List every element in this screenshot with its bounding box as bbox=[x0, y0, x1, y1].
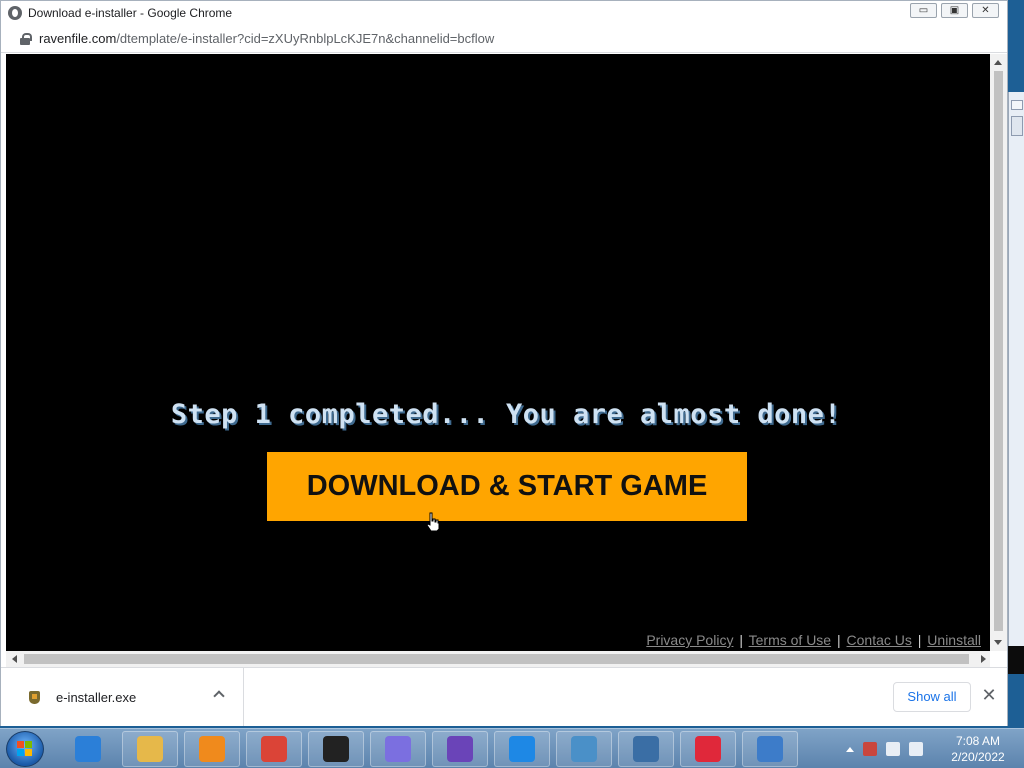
start-button[interactable] bbox=[6, 731, 44, 767]
taskbar: 7:08 AM 2/20/2022 bbox=[0, 728, 1024, 768]
page-viewport: Step 1 completed... You are almost done!… bbox=[6, 54, 990, 651]
taskbar-app-button[interactable] bbox=[742, 731, 798, 767]
taskbar-app-button[interactable] bbox=[494, 731, 550, 767]
network-icon[interactable] bbox=[886, 742, 900, 756]
download-item[interactable]: e-installer.exe bbox=[1, 668, 244, 726]
terms-of-use-link[interactable]: Terms of Use bbox=[749, 632, 831, 648]
page-headline: Step 1 completed... You are almost done! bbox=[170, 399, 842, 430]
maximize-button[interactable]: ▣ bbox=[941, 3, 968, 18]
action-center-icon[interactable] bbox=[863, 742, 877, 756]
footer-separator: | bbox=[739, 632, 743, 648]
scroll-left-arrow-icon[interactable] bbox=[12, 655, 17, 663]
network-app-icon bbox=[757, 736, 783, 762]
minimize-button[interactable]: ▭ bbox=[910, 3, 937, 18]
taskbar-app-button[interactable] bbox=[618, 731, 674, 767]
address-bar[interactable]: ravenfile.com/dtemplate/e-installer?cid=… bbox=[1, 25, 1007, 53]
download-shelf: e-installer.exe Show all ✕ bbox=[1, 667, 1007, 726]
clock-date: 2/20/2022 bbox=[951, 750, 1005, 764]
window-controls: ▭ ▣ ✕ bbox=[910, 3, 999, 18]
scroll-down-arrow-icon[interactable] bbox=[994, 640, 1002, 645]
privacy-policy-link[interactable]: Privacy Policy bbox=[646, 632, 733, 648]
background-window-control bbox=[1011, 100, 1023, 110]
browser-window: Download e-installer - Google Chrome ▭ ▣… bbox=[0, 0, 1008, 726]
internet-explorer-icon bbox=[75, 736, 101, 762]
monster-app-icon bbox=[447, 736, 473, 762]
control-panel-icon bbox=[571, 736, 597, 762]
footer-links: Privacy Policy | Terms of Use | Contac U… bbox=[646, 632, 981, 648]
contact-us-link[interactable]: Contac Us bbox=[847, 632, 912, 648]
taskbar-app-button[interactable] bbox=[308, 731, 364, 767]
taskbar-app-button[interactable] bbox=[680, 731, 736, 767]
file-explorer-icon bbox=[137, 736, 163, 762]
chevron-up-icon[interactable] bbox=[213, 690, 225, 702]
taskbar-app-button[interactable] bbox=[60, 731, 116, 767]
show-all-button[interactable]: Show all bbox=[893, 682, 971, 712]
horizontal-scrollbar[interactable] bbox=[6, 651, 990, 667]
download-start-game-button[interactable]: DOWNLOAD & START GAME bbox=[267, 452, 747, 521]
show-hidden-icons-icon[interactable] bbox=[846, 746, 854, 752]
taskbar-app-button[interactable] bbox=[370, 731, 426, 767]
windows-logo-icon bbox=[17, 741, 33, 757]
background-window bbox=[1008, 92, 1024, 646]
url-text[interactable]: ravenfile.com/dtemplate/e-installer?cid=… bbox=[39, 31, 494, 46]
footer-separator: | bbox=[917, 632, 922, 648]
taskbar-app-button[interactable] bbox=[122, 731, 178, 767]
background-window-control bbox=[1011, 116, 1023, 136]
close-shelf-icon[interactable]: ✕ bbox=[979, 685, 999, 707]
triangle-app-icon bbox=[385, 736, 411, 762]
close-button[interactable]: ✕ bbox=[972, 3, 999, 18]
title-bar[interactable]: Download e-installer - Google Chrome ▭ ▣… bbox=[1, 1, 1007, 25]
lock-icon[interactable] bbox=[20, 32, 32, 45]
volume-icon[interactable] bbox=[909, 742, 923, 756]
uninstall-link[interactable]: Uninstall bbox=[927, 632, 981, 648]
scroll-up-arrow-icon[interactable] bbox=[994, 60, 1002, 65]
chrome-app-icon bbox=[8, 6, 22, 20]
clock-time: 7:08 AM bbox=[955, 734, 1001, 748]
background-window-dark bbox=[1008, 646, 1024, 674]
opera-icon bbox=[695, 736, 721, 762]
7zip-icon bbox=[323, 736, 349, 762]
hand-cursor-icon bbox=[426, 512, 440, 532]
horizontal-scroll-thumb[interactable] bbox=[24, 654, 969, 664]
shield-app-icon bbox=[509, 736, 535, 762]
taskbar-app-button[interactable] bbox=[184, 731, 240, 767]
keyboard-app-icon bbox=[633, 736, 659, 762]
installer-file-icon bbox=[29, 690, 40, 704]
download-file-name: e-installer.exe bbox=[56, 689, 137, 705]
media-player-icon bbox=[199, 736, 225, 762]
clock[interactable]: 7:08 AM 2/20/2022 bbox=[938, 733, 1018, 765]
vertical-scroll-thumb[interactable] bbox=[994, 71, 1003, 631]
scroll-right-arrow-icon[interactable] bbox=[981, 655, 986, 663]
url-path: /dtemplate/e-installer?cid=zXUyRnblpLcKJ… bbox=[116, 31, 495, 46]
window-title: Download e-installer - Google Chrome bbox=[28, 6, 233, 20]
vertical-scrollbar[interactable] bbox=[990, 54, 1007, 651]
url-domain: ravenfile.com bbox=[39, 31, 117, 46]
footer-separator: | bbox=[836, 632, 841, 648]
chrome-icon bbox=[261, 736, 287, 762]
taskbar-app-button[interactable] bbox=[432, 731, 488, 767]
taskbar-app-button[interactable] bbox=[246, 731, 302, 767]
taskbar-app-button[interactable] bbox=[556, 731, 612, 767]
